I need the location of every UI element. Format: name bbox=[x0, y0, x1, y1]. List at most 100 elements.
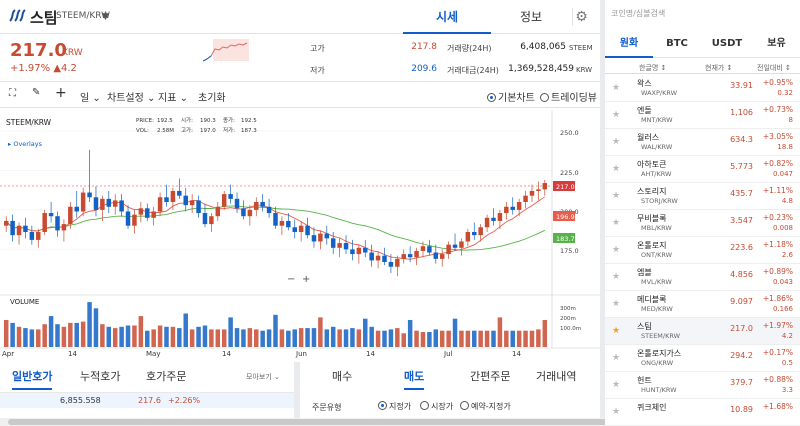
market-row[interactable]: ★ 왁스 WAXP/KRW 33.91 +0.95% 0.32 bbox=[605, 75, 800, 102]
tab-orderbook-order[interactable]: 호가주문 bbox=[146, 368, 186, 384]
favorite-star-icon[interactable]: ★ bbox=[612, 353, 620, 363]
favorite-star-icon[interactable]: ★ bbox=[612, 380, 620, 390]
favorite-star-icon[interactable]: ★ bbox=[612, 137, 620, 147]
coin-change-percent: +0.88% bbox=[762, 375, 793, 384]
favorite-star-icon[interactable]: ★ bbox=[612, 299, 620, 309]
volume-bar bbox=[132, 325, 137, 347]
candle bbox=[414, 250, 419, 258]
crosshair-icon[interactable]: + bbox=[55, 85, 67, 101]
tab-holdings[interactable]: 보유 bbox=[753, 30, 800, 58]
period-select[interactable]: 일 ⌄ bbox=[80, 89, 101, 104]
market-row[interactable]: ★ 퀴크체인 10.89 +1.68% bbox=[605, 399, 800, 426]
indicator-menu[interactable]: 지표 ⌄ bbox=[158, 89, 188, 104]
volume-bar bbox=[452, 318, 458, 347]
zoom-out-button[interactable]: − bbox=[287, 274, 295, 285]
order-type-market[interactable]: 시장가 bbox=[420, 401, 453, 412]
tab-price[interactable]: 시세 bbox=[403, 0, 491, 34]
col-name[interactable]: 한글명 ↕ bbox=[639, 63, 666, 73]
settings-gear-icon[interactable]: ⚙ bbox=[572, 8, 590, 26]
pencil-draw-icon[interactable]: ✎ bbox=[32, 87, 40, 98]
volume-bar bbox=[375, 330, 381, 347]
market-row[interactable]: ★ 메디블록 MED/KRW 9.097 +1.86% 0.166 bbox=[605, 291, 800, 318]
coin-price: 379.7 bbox=[730, 378, 753, 387]
tradingview-radio[interactable]: 트레이딩뷰 bbox=[540, 89, 597, 104]
coin-name: 월러스 bbox=[637, 133, 660, 142]
volume-bar bbox=[221, 329, 227, 347]
volume-label: 거래량(24H) bbox=[447, 44, 492, 53]
market-row[interactable]: ★ 엔돌 MNT/KRW 1,106 +0.73% 8 bbox=[605, 102, 800, 129]
chart-settings-menu[interactable]: 차트설정 ⌄ bbox=[107, 89, 155, 104]
favorite-star-icon[interactable]: ★ bbox=[612, 164, 620, 174]
market-row[interactable]: ★ 헌트 HUNT/KRW 379.7 +0.88% 3.3 bbox=[605, 372, 800, 399]
fullscreen-icon[interactable]: ⛶ bbox=[9, 88, 16, 99]
volume-bar bbox=[241, 329, 246, 347]
tab-info[interactable]: 정보 bbox=[491, 0, 571, 34]
favorite-star-icon[interactable]: ★ bbox=[612, 245, 620, 255]
overlays-toggle[interactable]: ▸ Overlays bbox=[8, 140, 43, 148]
coin-search-input[interactable]: 코인명/심볼검색 bbox=[611, 8, 794, 24]
market-row[interactable]: ★ 스팀 STEEM/KRW 217.0 +1.97% 4.2 bbox=[605, 318, 800, 345]
coin-name: 엔돌 bbox=[637, 106, 652, 115]
tab-orderbook-cumulative[interactable]: 누적호가 bbox=[80, 368, 120, 384]
market-row[interactable]: ★ 월러스 WAL/KRW 634.3 +3.05% 18.8 bbox=[605, 129, 800, 156]
orderbook-row[interactable]: 6,855.558 217.6 +2.26% bbox=[0, 392, 294, 408]
coin-select-chevron-icon[interactable]: ▼ bbox=[102, 12, 109, 22]
volume-bar bbox=[106, 326, 112, 347]
tab-krw[interactable]: 원화 bbox=[605, 30, 653, 58]
market-row[interactable]: ★ 무비블록 MBL/KRW 3.547 +0.23% 0.008 bbox=[605, 210, 800, 237]
market-row[interactable]: ★ 스토리지 STORJ/KRW 435.7 +1.11% 4.8 bbox=[605, 183, 800, 210]
coin-change-percent: +1.11% bbox=[762, 186, 793, 195]
tab-usdt[interactable]: USDT bbox=[701, 30, 753, 58]
tab-orderbook-normal[interactable]: 일반호가 bbox=[12, 368, 53, 390]
order-type-limit[interactable]: 지정가 bbox=[378, 401, 411, 412]
volume-bar bbox=[48, 316, 54, 347]
candle bbox=[427, 246, 432, 253]
col-price[interactable]: 현재가 ↕ bbox=[705, 63, 732, 73]
volume-bar bbox=[298, 328, 304, 347]
tab-simple-order[interactable]: 간편주문 bbox=[470, 368, 510, 384]
favorite-star-icon[interactable]: ★ bbox=[612, 272, 620, 282]
market-row[interactable]: ★ 엠블 MVL/KRW 4.856 +0.89% 0.043 bbox=[605, 264, 800, 291]
tab-buy[interactable]: 매수 bbox=[332, 368, 352, 384]
view-mode-select[interactable]: 모아보기 ⌄ bbox=[246, 372, 280, 382]
market-row[interactable]: ★ 온톨로지가스 ONG/KRW 294.2 +0.17% 0.5 bbox=[605, 345, 800, 372]
order-type-reserved[interactable]: 예약-지정가 bbox=[460, 401, 511, 412]
tab-trade-history[interactable]: 거래내역 bbox=[536, 368, 576, 384]
candle bbox=[286, 220, 291, 228]
x-tick: May bbox=[146, 350, 160, 358]
tab-sell[interactable]: 매도 bbox=[404, 368, 425, 390]
favorite-star-icon[interactable]: ★ bbox=[612, 407, 620, 417]
coin-price: 223.6 bbox=[730, 243, 753, 252]
market-tabs: 원화 BTC USDT 보유 bbox=[605, 30, 800, 58]
tab-btc[interactable]: BTC bbox=[653, 30, 701, 58]
volume-bar bbox=[80, 321, 86, 347]
favorite-star-icon[interactable]: ★ bbox=[612, 83, 620, 93]
volume-bar bbox=[23, 328, 28, 347]
zoom-in-button[interactable]: + bbox=[302, 274, 310, 285]
coin-pair: MBL/KRW bbox=[641, 224, 672, 232]
favorite-star-icon[interactable]: ★ bbox=[612, 191, 620, 201]
mini-sparkline-chart bbox=[203, 39, 249, 62]
reset-button[interactable]: 초기화 bbox=[198, 89, 226, 104]
favorite-star-icon[interactable]: ★ bbox=[612, 110, 620, 120]
candle bbox=[452, 244, 458, 248]
market-row[interactable]: ★ 온톨로지 ONT/KRW 223.6 +1.18% 2.6 bbox=[605, 237, 800, 264]
candle bbox=[112, 200, 118, 207]
candle bbox=[446, 244, 451, 255]
candlestick-chart[interactable]: STEEM/KRW ▸ Overlays PRICE: 192.5 시가: 190.… bbox=[0, 110, 600, 358]
volume-bar bbox=[145, 330, 150, 347]
volume-bar bbox=[292, 329, 297, 347]
svg-text:PRICE:: PRICE: bbox=[136, 118, 154, 124]
basic-chart-radio[interactable]: 기본차트 bbox=[487, 89, 535, 104]
volume-bar bbox=[337, 329, 342, 347]
market-row[interactable]: ★ 아하토큰 AHT/KRW 5.773 +0.82% 0.047 bbox=[605, 156, 800, 183]
coin-change-percent: +1.86% bbox=[762, 294, 793, 303]
favorite-star-icon[interactable]: ★ bbox=[612, 326, 620, 336]
market-list-header: 한글명 ↕ 현재가 ↕ 전일대비 ↕ bbox=[605, 60, 800, 74]
volume-bar bbox=[266, 329, 272, 347]
candle bbox=[491, 217, 496, 221]
col-change[interactable]: 전일대비 ↕ bbox=[757, 63, 791, 73]
coin-name: 메디블록 bbox=[637, 295, 667, 304]
favorite-star-icon[interactable]: ★ bbox=[612, 218, 620, 228]
volume-bar bbox=[189, 329, 195, 347]
